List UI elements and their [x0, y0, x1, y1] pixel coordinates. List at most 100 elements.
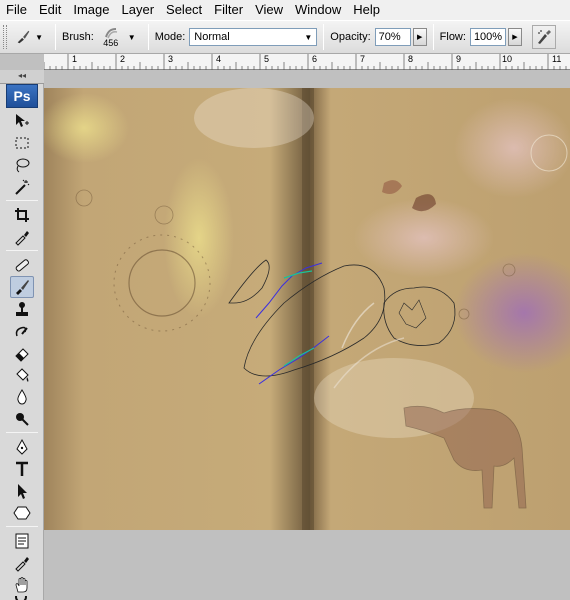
brush-picker[interactable]: 456 — [98, 23, 124, 51]
dodge-tool[interactable] — [10, 408, 34, 430]
eraser-tool[interactable] — [10, 342, 34, 364]
separator — [323, 24, 325, 50]
type-tool[interactable] — [10, 458, 34, 480]
brush-icon — [17, 30, 30, 44]
chevron-down-icon: ▼ — [35, 32, 43, 42]
path-selection-tool[interactable] — [10, 480, 34, 502]
menu-filter[interactable]: Filter — [208, 0, 249, 20]
paint-bucket-tool[interactable] — [10, 364, 34, 386]
move-icon — [16, 114, 29, 127]
separator — [432, 24, 434, 50]
menu-window[interactable]: Window — [289, 0, 347, 20]
tool-separator — [6, 200, 38, 201]
tool-separator — [6, 526, 38, 527]
crop-icon — [15, 208, 29, 222]
crop-tool[interactable] — [10, 204, 34, 226]
ruler-number: 10 — [502, 54, 513, 64]
brush-tool[interactable] — [10, 276, 34, 298]
type-icon — [16, 461, 28, 476]
mode-select[interactable]: Normal ▼ — [189, 28, 318, 46]
history-brush-tool[interactable] — [10, 320, 34, 342]
menu-file[interactable]: File — [0, 0, 33, 20]
hand-tool[interactable] — [10, 574, 34, 596]
healing-brush-tool[interactable] — [10, 254, 34, 276]
ruler-number: 5 — [264, 54, 270, 64]
shape-tool[interactable] — [10, 502, 34, 524]
tool-separator — [6, 250, 38, 251]
blur-tool[interactable] — [10, 386, 34, 408]
mode-value: Normal — [194, 31, 230, 43]
horizontal-ruler[interactable]: 1 2 3 4 5 6 7 8 9 10 11 — [44, 54, 570, 70]
page-spine — [302, 88, 314, 530]
zoom-tool[interactable] — [10, 596, 34, 600]
zoom-icon — [15, 596, 27, 600]
separator — [147, 24, 149, 50]
bandage-icon — [15, 259, 29, 272]
hexagon-icon — [13, 506, 31, 520]
pen-tool[interactable] — [10, 436, 34, 458]
toolbox-header[interactable]: ◂◂ — [0, 70, 44, 84]
opacity-label: Opacity: — [330, 31, 371, 43]
history-brush-icon — [15, 326, 28, 337]
eyedropper-icon — [15, 557, 29, 572]
pink-stain — [454, 98, 570, 198]
tool-separator — [6, 432, 38, 433]
options-bar: ▼ Brush: 456 ▼ Mode: Normal ▼ Opacity: 7… — [0, 20, 570, 54]
pen-icon — [16, 438, 28, 455]
menu-help[interactable]: Help — [347, 0, 386, 20]
brush-size: 456 — [103, 37, 119, 48]
lasso-icon — [16, 158, 30, 173]
move-tool[interactable] — [10, 110, 34, 132]
menu-image[interactable]: Image — [67, 0, 115, 20]
ruler-number: 2 — [120, 54, 126, 64]
flow-field[interactable]: 100% — [469, 28, 506, 46]
drop-icon — [17, 389, 27, 405]
airbrush-icon — [537, 30, 551, 44]
lasso-tool[interactable] — [10, 154, 34, 176]
magic-wand-tool[interactable] — [10, 176, 34, 198]
menu-edit[interactable]: Edit — [33, 0, 67, 20]
flow-value: 100% — [473, 31, 503, 43]
marquee-icon — [15, 137, 29, 149]
ruler-number: 9 — [456, 54, 462, 64]
clone-stamp-tool[interactable] — [10, 298, 34, 320]
dodge-icon — [16, 413, 29, 426]
eraser-icon — [15, 348, 29, 362]
airbrush-toggle[interactable] — [531, 25, 556, 49]
mode-label: Mode: — [154, 31, 186, 43]
paint-bucket-icon — [16, 368, 29, 382]
menu-view[interactable]: View — [249, 0, 289, 20]
toolbox: ◂◂ Ps — [0, 70, 44, 600]
ruler-number: 4 — [216, 54, 222, 64]
brush-label: Brush: — [62, 31, 94, 43]
eyedropper-sample-tool[interactable] — [10, 552, 34, 574]
opacity-value: 70% — [378, 31, 401, 43]
flow-slider-button[interactable]: ▶ — [507, 28, 522, 46]
chevron-down-icon: ▼ — [304, 32, 313, 42]
note-icon — [15, 533, 29, 549]
ps-logo[interactable]: Ps — [6, 84, 38, 108]
stamp-icon — [16, 302, 28, 316]
document-window — [44, 70, 570, 600]
menu-layer[interactable]: Layer — [116, 0, 161, 20]
magic-wand-icon — [15, 179, 30, 195]
ruler-number: 1 — [72, 54, 78, 64]
document-canvas[interactable] — [44, 88, 570, 530]
brush-icon — [16, 280, 29, 295]
opacity-slider-button[interactable]: ▶ — [412, 28, 427, 46]
ruler-number: 7 — [360, 54, 366, 64]
brush-tip-icon — [104, 27, 117, 38]
path-select-icon — [18, 484, 27, 499]
menu-bar: File Edit Image Layer Select Filter View… — [0, 0, 570, 20]
opacity-field[interactable]: 70% — [374, 28, 411, 46]
ruler-number: 3 — [168, 54, 174, 64]
notes-tool[interactable] — [10, 530, 34, 552]
menu-select[interactable]: Select — [160, 0, 208, 20]
eyedropper-tool[interactable] — [10, 226, 34, 248]
tool-preset-picker[interactable]: ▼ — [15, 24, 49, 50]
brush-chevron-icon[interactable]: ▼ — [128, 33, 136, 42]
options-bar-grip[interactable] — [3, 25, 7, 49]
flow-label: Flow: — [439, 31, 466, 43]
yellow-stain — [164, 158, 234, 318]
marquee-tool[interactable] — [10, 132, 34, 154]
